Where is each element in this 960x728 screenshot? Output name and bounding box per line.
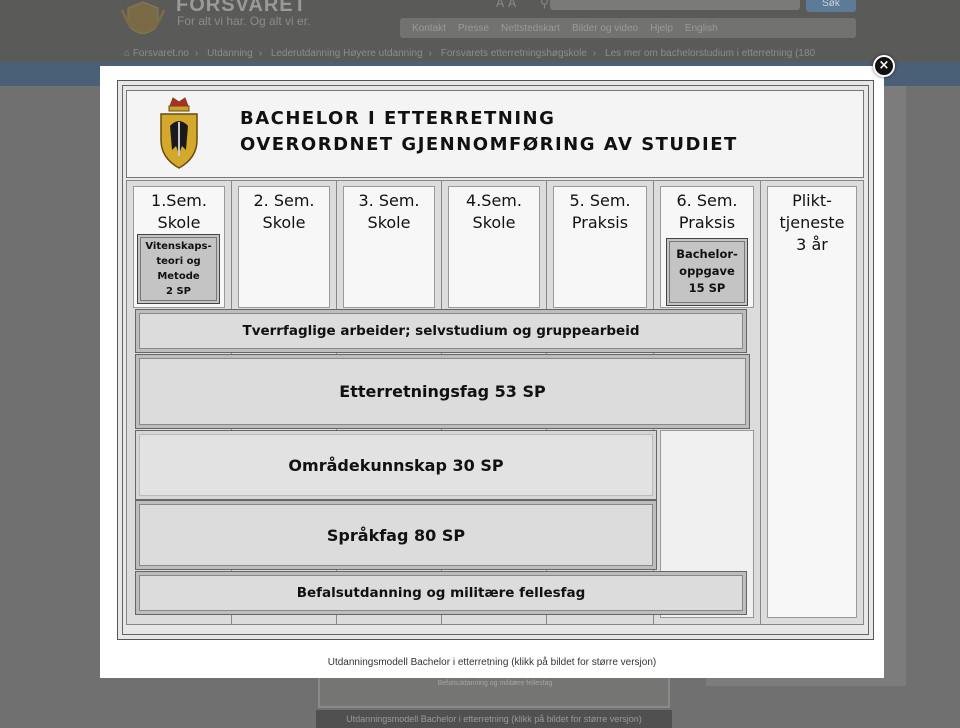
search-input[interactable] [550,0,800,10]
home-icon: ⌂ [124,48,131,59]
site-logo-icon[interactable] [118,0,168,34]
breadcrumb-item[interactable]: Lederutdanning Høyere utdanning [271,48,423,59]
bar-omradekunnskap: Områdekunnskap 30 SP [135,430,657,500]
box-bacheloroppgave: Bachelor-oppgave 15 SP [666,238,748,306]
crest-icon [160,97,198,169]
utility-nav: Kontakt Presse Nettstedskart Bilder og v… [400,18,856,38]
column-label: 6. Sem. Praksis [676,191,738,232]
breadcrumb-item[interactable]: Forsvaret.no [133,48,189,59]
site-tagline: For alt vi har. Og alt vi er. [177,14,311,28]
breadcrumb-item[interactable]: Forsvarets etterretningshøgskole [441,48,587,59]
close-button[interactable]: × [873,55,895,77]
util-link-english[interactable]: English [685,23,718,34]
column-label: 1.Sem. Skole [151,191,207,232]
column-label: 4.Sem. Skole [466,191,522,232]
util-link-media[interactable]: Bilder og video [572,23,638,34]
util-link-sitemap[interactable]: Nettstedskart [501,23,560,34]
box-vitenskapsteori: Vitenskaps-teori og Metode 2 SP [137,234,220,304]
diagram-title: BACHELOR I ETTERRETNING [240,108,556,129]
bar-sprakfag: Språkfag 80 SP [135,500,657,570]
breadcrumb-item: Les mer om bachelorstudium i etterretnin… [605,48,816,59]
util-link-press[interactable]: Presse [458,23,489,34]
bar-tverrfaglige: Tverrfaglige arbeider; selvstudium og gr… [135,309,747,353]
column-label: 5. Sem. Praksis [569,191,631,232]
diagram-subtitle: OVERORDNET GJENNOMFØRING AV STUDIET [240,134,738,155]
text-size-toggle[interactable]: A A [496,0,516,10]
breadcrumb-item[interactable]: Utdanning [207,48,253,59]
close-icon: × [878,58,890,73]
util-link-contact[interactable]: Kontakt [412,23,446,34]
thumbnail-text: Befalsutdanning og militære fellesfag [437,680,553,687]
util-link-help[interactable]: Hjelp [650,23,673,34]
bar-befal: Befalsutdanning og militære fellesfag [135,571,747,615]
lightbox-caption: Utdanningsmodell Bachelor i etterretning… [327,657,657,668]
column-label: 2. Sem. Skole [253,191,315,232]
column-label: 3. Sem. Skole [358,191,420,232]
search-icon: ⚲ [540,0,549,10]
breadcrumb: ⌂ Forsvaret.no › Utdanning › Lederutdannin… [124,48,816,59]
search-button[interactable]: Søk [806,0,856,12]
column-label: Plikt-tjeneste 3 år [779,191,845,254]
bar-etterretningsfag: Etterretningsfag 53 SP [135,354,750,429]
image-caption: Utdanningsmodell Bachelor i etterretning… [316,710,672,728]
